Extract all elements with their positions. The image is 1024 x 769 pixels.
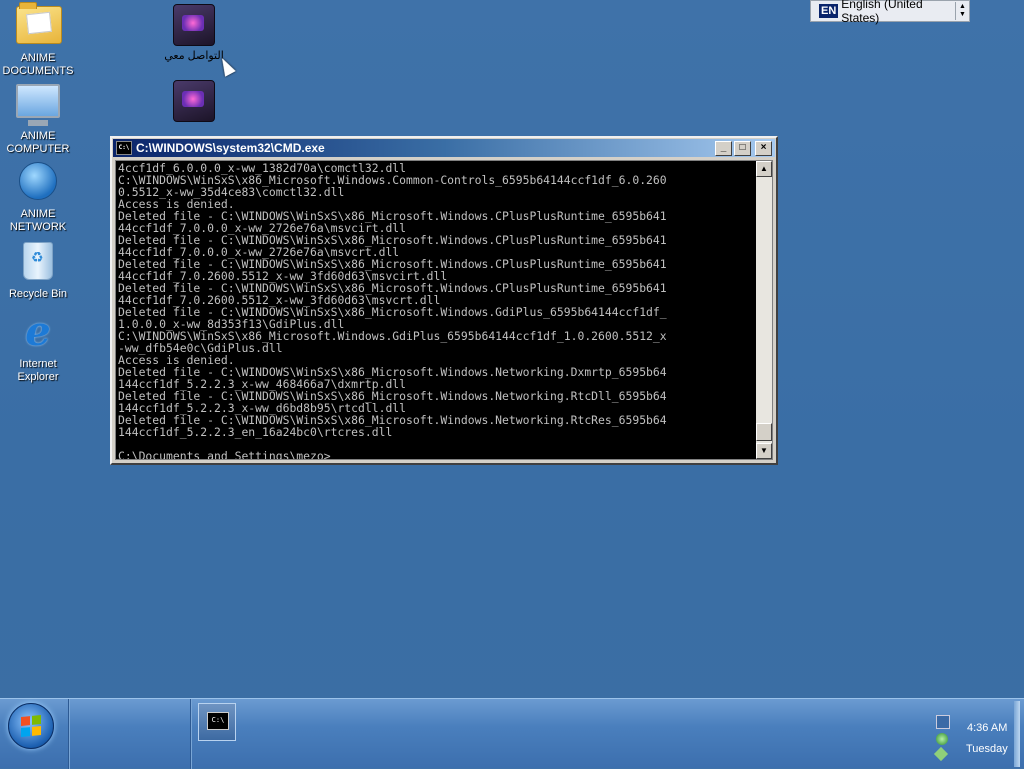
desktop-icon-anime-network[interactable]: ANIME NETWORK [0,158,76,234]
desktop-icon-folder[interactable] [156,80,232,126]
network-icon [16,162,60,206]
console-output[interactable]: 4ccf1df_6.0.0.0_x-ww_1382d70a\comctl32.d… [118,162,754,459]
scroll-up-arrow-icon[interactable]: ▲ [756,161,772,177]
taskbar-button-cmd[interactable]: C:\ [198,703,236,741]
desktop-icon-recycle-bin[interactable]: Recycle Bin [0,236,76,301]
desktop-icon-label: ANIME DOCUMENTS [2,52,74,77]
dark-folder-icon [172,4,216,48]
dark-folder-icon [172,80,216,124]
console-line: C:\Documents and Settings\mezo> [118,449,331,459]
scroll-thumb[interactable] [756,423,772,441]
cmd-icon: C:\ [116,141,132,155]
scroll-down-arrow-icon[interactable]: ▼ [756,443,772,459]
console-area[interactable]: 4ccf1df_6.0.0.0_x-ww_1382d70a\comctl32.d… [115,160,773,460]
desktop-icon-anime-documents[interactable]: ANIME DOCUMENTS [0,2,76,78]
minimize-button[interactable]: _ [715,140,732,156]
title-bar[interactable]: C:\ C:\WINDOWS\system32\CMD.exe _ □ × [113,139,775,157]
cmd-icon: C:\ [207,712,229,730]
desktop-icon-label: Recycle Bin [8,288,68,300]
mouse-cursor-icon [216,55,236,77]
computer-icon [16,84,60,128]
taskbar-divider [190,699,191,769]
language-code: EN [819,4,839,18]
system-tray: 4:36 AM Tuesday [930,701,1020,767]
desktop-icon-label: Internet Explorer [17,358,59,383]
language-label: English (United States) [841,0,923,25]
clock-time[interactable]: 4:36 AM [967,722,1007,734]
vertical-scrollbar[interactable]: ▲ ▼ [756,161,772,459]
desktop-icon-internet-explorer[interactable]: e Internet Explorer [0,310,76,384]
show-desktop-icon[interactable] [936,715,950,729]
clock-day: Tuesday [966,743,1008,755]
console-line: 144ccf1df_5.2.2.3_en_16a24bc0\rtcres.dll [118,425,393,439]
network-status-icon[interactable] [936,733,948,745]
desktop-icon-anime-computer[interactable]: ANIME COMPUTER [0,80,76,156]
language-bar-options-button[interactable]: ▲ ▼ [955,2,969,20]
windows-logo-icon [21,714,41,738]
desktop-icon-contact-me[interactable]: التواصل معي [156,4,232,63]
cmd-window[interactable]: C:\ C:\WINDOWS\system32\CMD.exe _ □ × 4c… [110,136,778,465]
recycle-bin-icon [16,242,60,286]
taskbar-divider [68,699,69,769]
window-title: C:\WINDOWS\system32\CMD.exe [136,141,325,155]
internet-explorer-icon: e [25,308,51,355]
close-button[interactable]: × [755,140,772,156]
start-button[interactable] [8,703,54,749]
language-bar[interactable]: EN English (United States) ▲ ▼ [810,0,970,25]
safely-remove-hardware-icon[interactable] [933,746,949,762]
maximize-button[interactable]: □ [734,140,751,156]
desktop-icon-label: ANIME COMPUTER [6,130,70,155]
folder-icon [16,2,62,50]
taskbar: C:\ 4:36 AM Tuesday [0,698,1024,769]
show-desktop-edge[interactable] [1014,701,1020,767]
desktop-icon-label: ANIME NETWORK [9,208,67,233]
